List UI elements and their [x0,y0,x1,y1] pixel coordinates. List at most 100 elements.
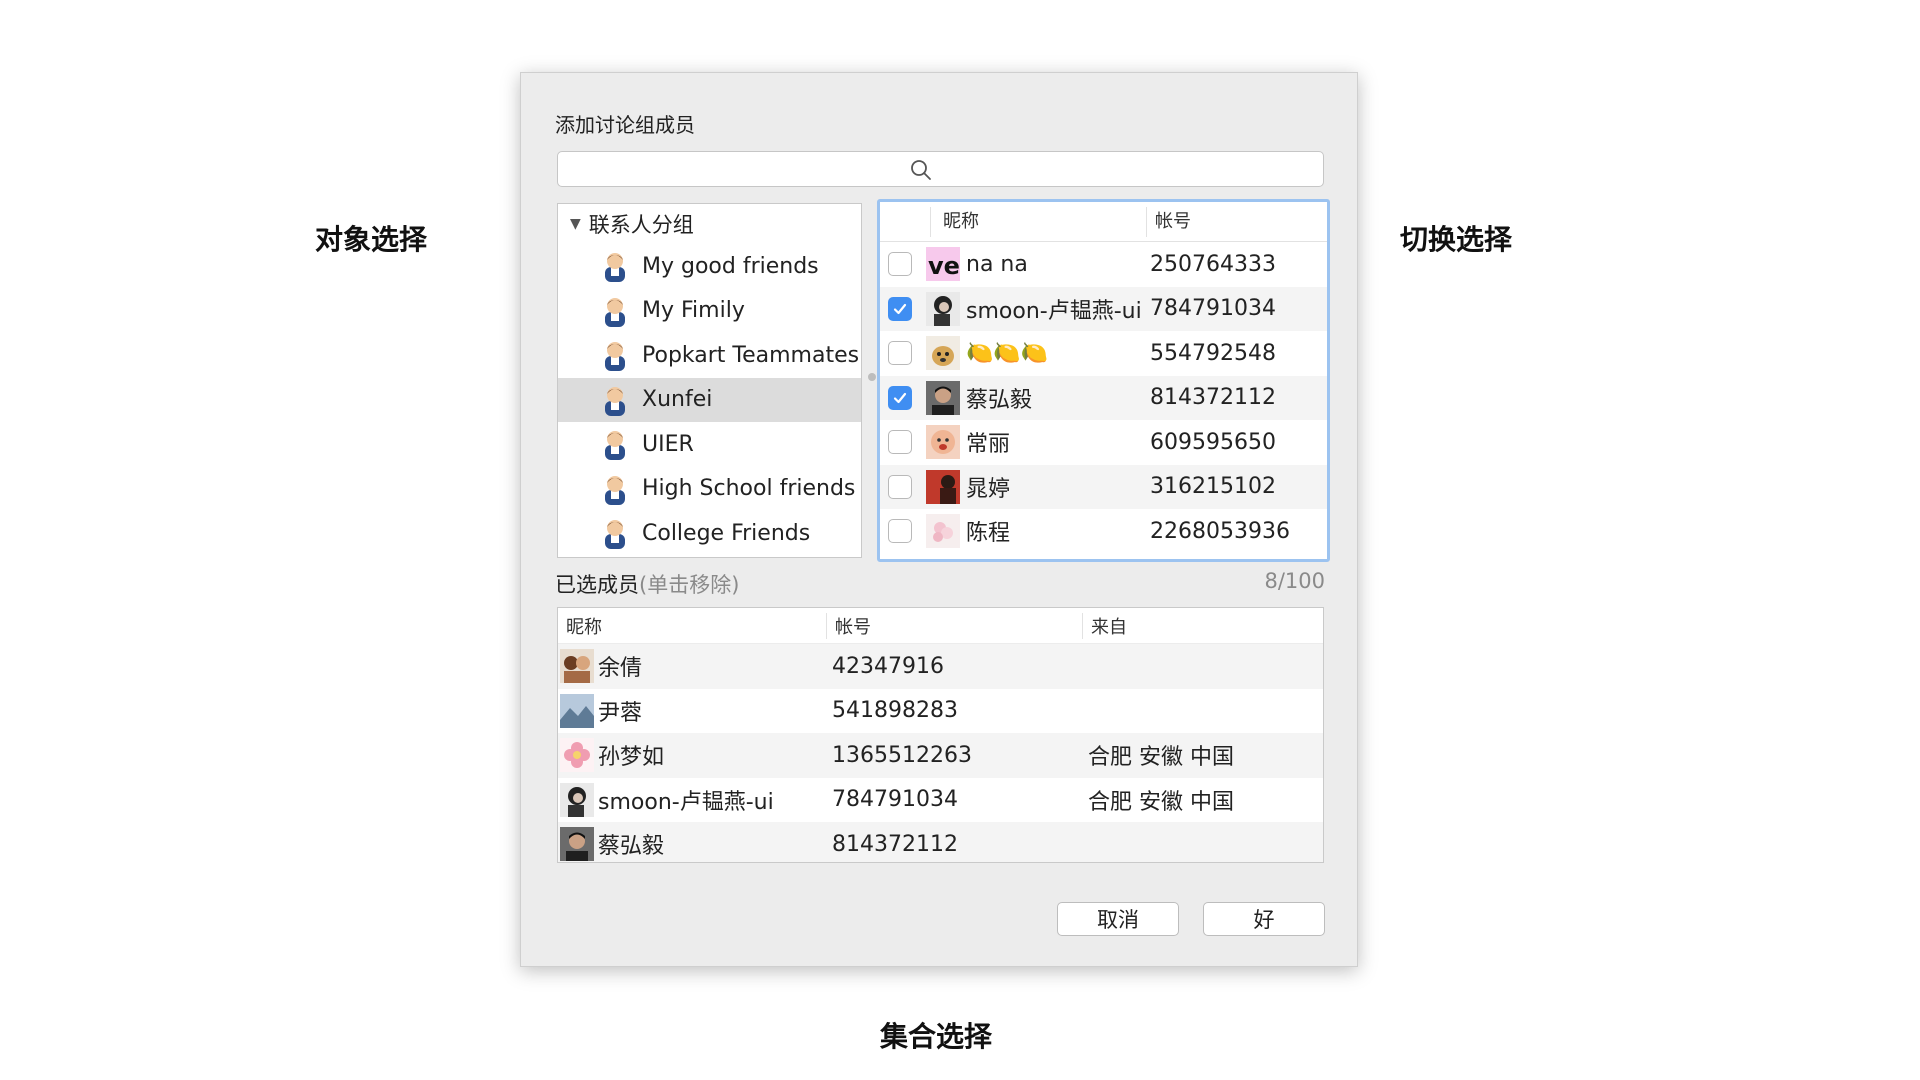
contact-table-header: 昵称 帐号 [880,202,1327,242]
disclosure-triangle-icon[interactable]: ▼ [570,216,581,232]
column-header-account[interactable]: 帐号 [826,612,1082,639]
contact-row[interactable]: 晁婷 316215102 [880,464,1327,509]
member-nick: 尹蓉 [598,700,643,726]
annotation-object-selection: 对象选择 [315,223,428,256]
ok-button[interactable]: 好 [1203,902,1325,936]
column-header-from[interactable]: 来自 [1082,612,1127,639]
baby-avatar [926,425,960,460]
group-tree-header-label: 联系人分组 [588,213,694,237]
group-item-label: Popkart Teammates [642,342,860,368]
contact-nick: 陈程 [966,521,1011,547]
dialog-title: 添加讨论组成员 [555,113,695,137]
contact-nick: na na [966,251,1028,277]
member-account: 784791034 [832,787,958,813]
contact-row[interactable]: 陈程 2268053936 [880,509,1327,554]
contact-row[interactable]: smoon-卢韫燕-ui 784791034 [880,286,1327,331]
contact-table: 昵称 帐号 ve na na 250764333 smoon-卢韫燕-ui 784791… [877,199,1330,562]
girl-avatar [926,291,960,326]
splitter-handle[interactable] [868,373,876,381]
cancel-button[interactable]: 取消 [1057,902,1179,936]
selected-count: 8/100 [1264,569,1325,593]
man-avatar [560,827,594,862]
contact-account: 250764333 [1150,251,1276,277]
member-nick: 孙梦如 [598,745,665,771]
person-group-icon [602,428,628,461]
member-from: 合肥 安徽 中国 [1088,789,1234,815]
member-nick: 余倩 [598,656,643,682]
contact-nick: smoon-卢韫燕-ui [966,298,1142,324]
ve-logo-avatar: ve [926,247,960,282]
selected-member-row[interactable]: 尹蓉 541898283 [558,689,1323,734]
group-item[interactable]: College Friends [558,511,861,556]
group-item[interactable]: UIER [558,422,861,467]
checkbox[interactable] [888,252,912,277]
column-header-nick[interactable]: 昵称 [558,613,826,639]
contact-row[interactable]: ve na na 250764333 [880,242,1327,287]
contact-nick: 🍋🍋🍋 [966,340,1049,366]
group-item[interactable]: High School friends [558,467,861,512]
contact-row[interactable]: 常丽 609595650 [880,420,1327,465]
contact-row[interactable]: 🍋🍋🍋 554792548 [880,331,1327,376]
annotation-set-selection: 集合选择 [880,1020,993,1053]
selected-member-row[interactable]: 孙梦如 1365512263 合肥 安徽 中国 [558,733,1323,778]
checkbox[interactable] [888,474,912,499]
search-icon [911,160,931,180]
contact-account: 784791034 [1150,296,1276,322]
flower-avatar [926,514,960,549]
add-members-dialog: 添加讨论组成员 ▼ 联系人分组 My good friends My Fimily… [520,72,1358,967]
group-item-label: My good friends [642,253,819,279]
contact-account: 554792548 [1150,340,1276,366]
group-tree-header[interactable]: ▼ 联系人分组 [558,204,861,244]
member-account: 1365512263 [832,742,972,768]
group-item-label: College Friends [642,520,811,546]
column-header-nick[interactable]: 昵称 [930,206,1146,237]
checkbox-checked[interactable] [888,385,912,410]
group-tree: ▼ 联系人分组 My good friends My Fimily Popkart … [557,203,862,558]
selected-member-row[interactable]: 蔡弘毅 814372112 [558,822,1323,862]
person-group-icon [602,473,628,505]
checkbox[interactable] [888,341,912,366]
member-account: 814372112 [832,831,958,857]
member-nick: 蔡弘毅 [598,834,665,860]
group-item-label: High School friends [642,476,856,502]
landscape-avatar [560,693,594,728]
contact-row[interactable]: 蔡弘毅 814372112 [880,375,1327,420]
pink-flower-avatar [560,738,594,773]
member-from: 合肥 安徽 中国 [1088,745,1234,771]
selected-members-label: 已选成员 [555,573,639,597]
girl-avatar [560,782,594,817]
group-item[interactable]: My Fimily [558,289,861,334]
selected-members-hint: (单击移除) [639,573,740,597]
member-account: 541898283 [832,698,958,724]
search-input[interactable] [557,151,1324,187]
annotation-toggle-selection: 切换选择 [1400,223,1513,256]
checkbox[interactable] [888,430,912,455]
couple-avatar [560,649,594,684]
group-item[interactable]: My good friends [558,244,861,289]
selected-table-header: 昵称 帐号 来自 [558,608,1323,644]
contact-nick: 蔡弘毅 [966,387,1033,413]
contact-nick: 常丽 [966,432,1011,458]
selected-member-row[interactable]: 余倩 42347916 [558,644,1323,689]
contact-account: 316215102 [1150,474,1276,500]
group-item-label: My Fimily [642,298,745,324]
checkbox-checked[interactable] [888,296,912,321]
group-item-label: UIER [642,431,694,457]
member-account: 42347916 [832,653,944,679]
person-group-icon [602,339,628,372]
checkbox[interactable] [888,519,912,544]
group-item[interactable]: Xunfei [558,377,861,422]
person-group-icon [602,250,628,283]
person-group-icon [602,295,628,327]
red-avatar [926,469,960,504]
person-group-icon [602,384,628,416]
selected-member-row[interactable]: smoon-卢韫燕-ui 784791034 合肥 安徽 中国 [558,778,1323,823]
person-group-icon [602,517,628,550]
selected-members-title: 已选成员(单击移除) [555,569,739,599]
selected-members-table: 昵称 帐号 来自 余倩 42347916 尹蓉 541898283 孙梦如 1365512… [557,607,1324,863]
contact-account: 2268053936 [1150,518,1290,544]
contact-nick: 晁婷 [966,476,1011,502]
group-item[interactable]: Popkart Teammates [558,333,861,378]
column-header-account[interactable]: 帐号 [1146,206,1191,237]
group-item-label: Xunfei [642,387,713,413]
